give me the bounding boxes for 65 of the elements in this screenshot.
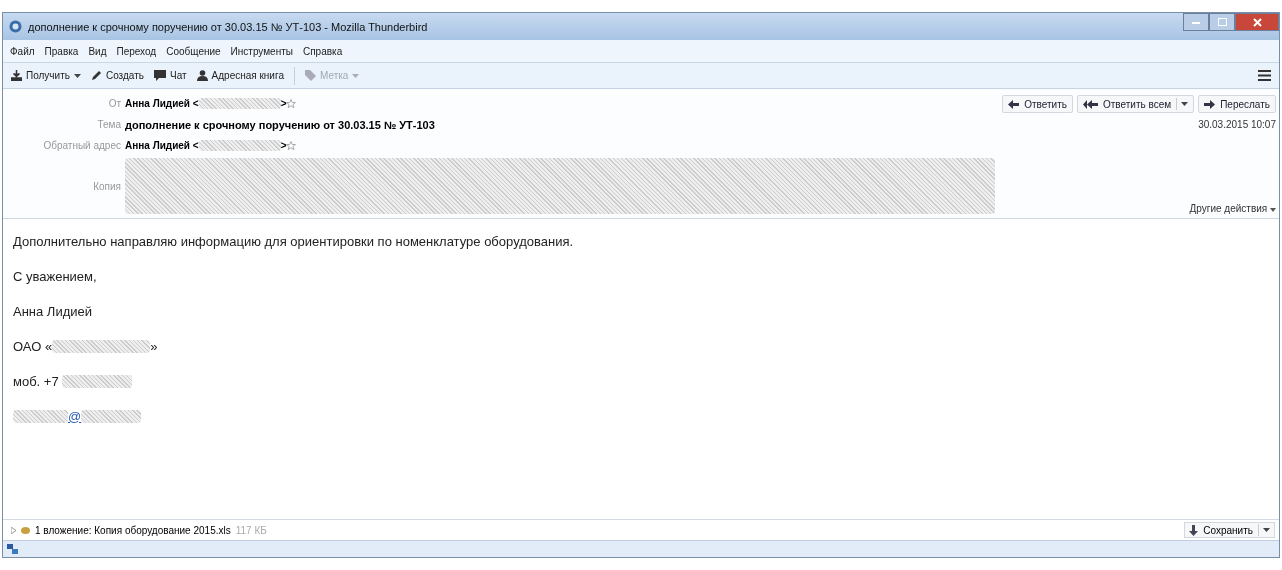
menu-item[interactable]: Инструменты — [230, 45, 293, 57]
redaction-block — [13, 409, 68, 423]
close-button[interactable] — [1235, 13, 1279, 31]
star-icon[interactable] — [286, 140, 297, 151]
download-icon — [11, 70, 22, 81]
other-actions-menu[interactable]: Другие действия — [1189, 203, 1276, 214]
phone-prefix: моб. +7 — [13, 373, 59, 389]
right-arrow-icon — [1204, 99, 1216, 109]
message-text: Анна Лидией — [13, 303, 92, 319]
star-icon[interactable] — [286, 98, 297, 109]
field-label: Тема — [96, 119, 122, 130]
tag-icon — [304, 70, 316, 81]
app-icon — [9, 20, 22, 33]
menu-item[interactable]: Правка — [44, 45, 79, 57]
menu-icon[interactable] — [1258, 70, 1271, 81]
network-icon — [7, 544, 18, 554]
maximize-button[interactable] — [1209, 13, 1235, 31]
caret-icon — [352, 73, 360, 78]
message-text: С уважением, — [13, 268, 97, 284]
double-arrow-icon — [1083, 99, 1098, 109]
window-title: дополнение к срочному поручению от 30.03.15 № УТ-103 - Mozilla Thunderbird — [28, 20, 428, 33]
minimize-icon — [1192, 20, 1200, 24]
caret-icon — [73, 73, 81, 78]
person-icon — [196, 70, 208, 81]
redaction-block — [62, 374, 133, 388]
save-button[interactable]: Сохранить — [1184, 522, 1275, 538]
quote-mark: » — [150, 338, 158, 354]
menu-item[interactable]: Файл — [10, 45, 35, 57]
field-label: Обратный адрес — [42, 140, 122, 151]
down-arrow-icon — [1189, 524, 1199, 536]
get-mail-button[interactable]: Получить — [11, 70, 81, 81]
chat-button[interactable]: Чат — [153, 70, 187, 81]
message-date: 30.03.2015 10:07 — [1198, 119, 1276, 130]
field-label: От — [107, 98, 122, 109]
expand-icon[interactable] — [11, 526, 16, 534]
redaction-block — [81, 409, 142, 423]
caret-icon — [1270, 208, 1276, 212]
reply-button[interactable]: Ответить — [1002, 95, 1073, 113]
maximize-icon — [1217, 18, 1227, 26]
caret-icon — [1181, 102, 1189, 106]
sender-name[interactable]: Анна Лидией < — [125, 98, 199, 109]
forward-button[interactable]: Переслать — [1198, 95, 1276, 113]
address-book-button[interactable]: Адресная книга — [196, 70, 284, 81]
menu-item[interactable]: Переход — [116, 45, 157, 57]
menu-item[interactable]: Сообщение — [166, 45, 221, 57]
sender-name[interactable]: Анна Лидией < — [125, 140, 199, 151]
pencil-icon — [90, 70, 102, 81]
minimize-button[interactable] — [1183, 13, 1209, 31]
subject-text: дополнение к срочному поручению от 30.03.15 № УТ-103 — [125, 118, 435, 131]
attachment-size: 117 КБ — [235, 524, 267, 536]
menu-item[interactable]: Вид — [88, 45, 107, 57]
address-bracket: > — [280, 140, 287, 151]
address-bracket: > — [280, 98, 287, 109]
email-link[interactable]: @ — [68, 408, 82, 424]
menu-item[interactable]: Справка — [302, 45, 343, 57]
caret-icon — [1263, 528, 1270, 532]
chat-icon — [153, 70, 166, 81]
reply-all-button[interactable]: Ответить всем — [1077, 95, 1195, 113]
attachment-summary[interactable]: 1 вложение: Копия оборудование 2015.xls — [35, 524, 231, 536]
company-prefix: ОАО « — [13, 338, 53, 354]
compose-button[interactable]: Создать — [90, 70, 144, 81]
close-icon — [1252, 17, 1262, 27]
message-text: Дополнительно направляю информацию для ориентировки по номенклатуре оборудования. — [13, 233, 574, 249]
reply-arrow-icon — [1008, 99, 1020, 109]
field-label: Копия — [92, 180, 122, 192]
